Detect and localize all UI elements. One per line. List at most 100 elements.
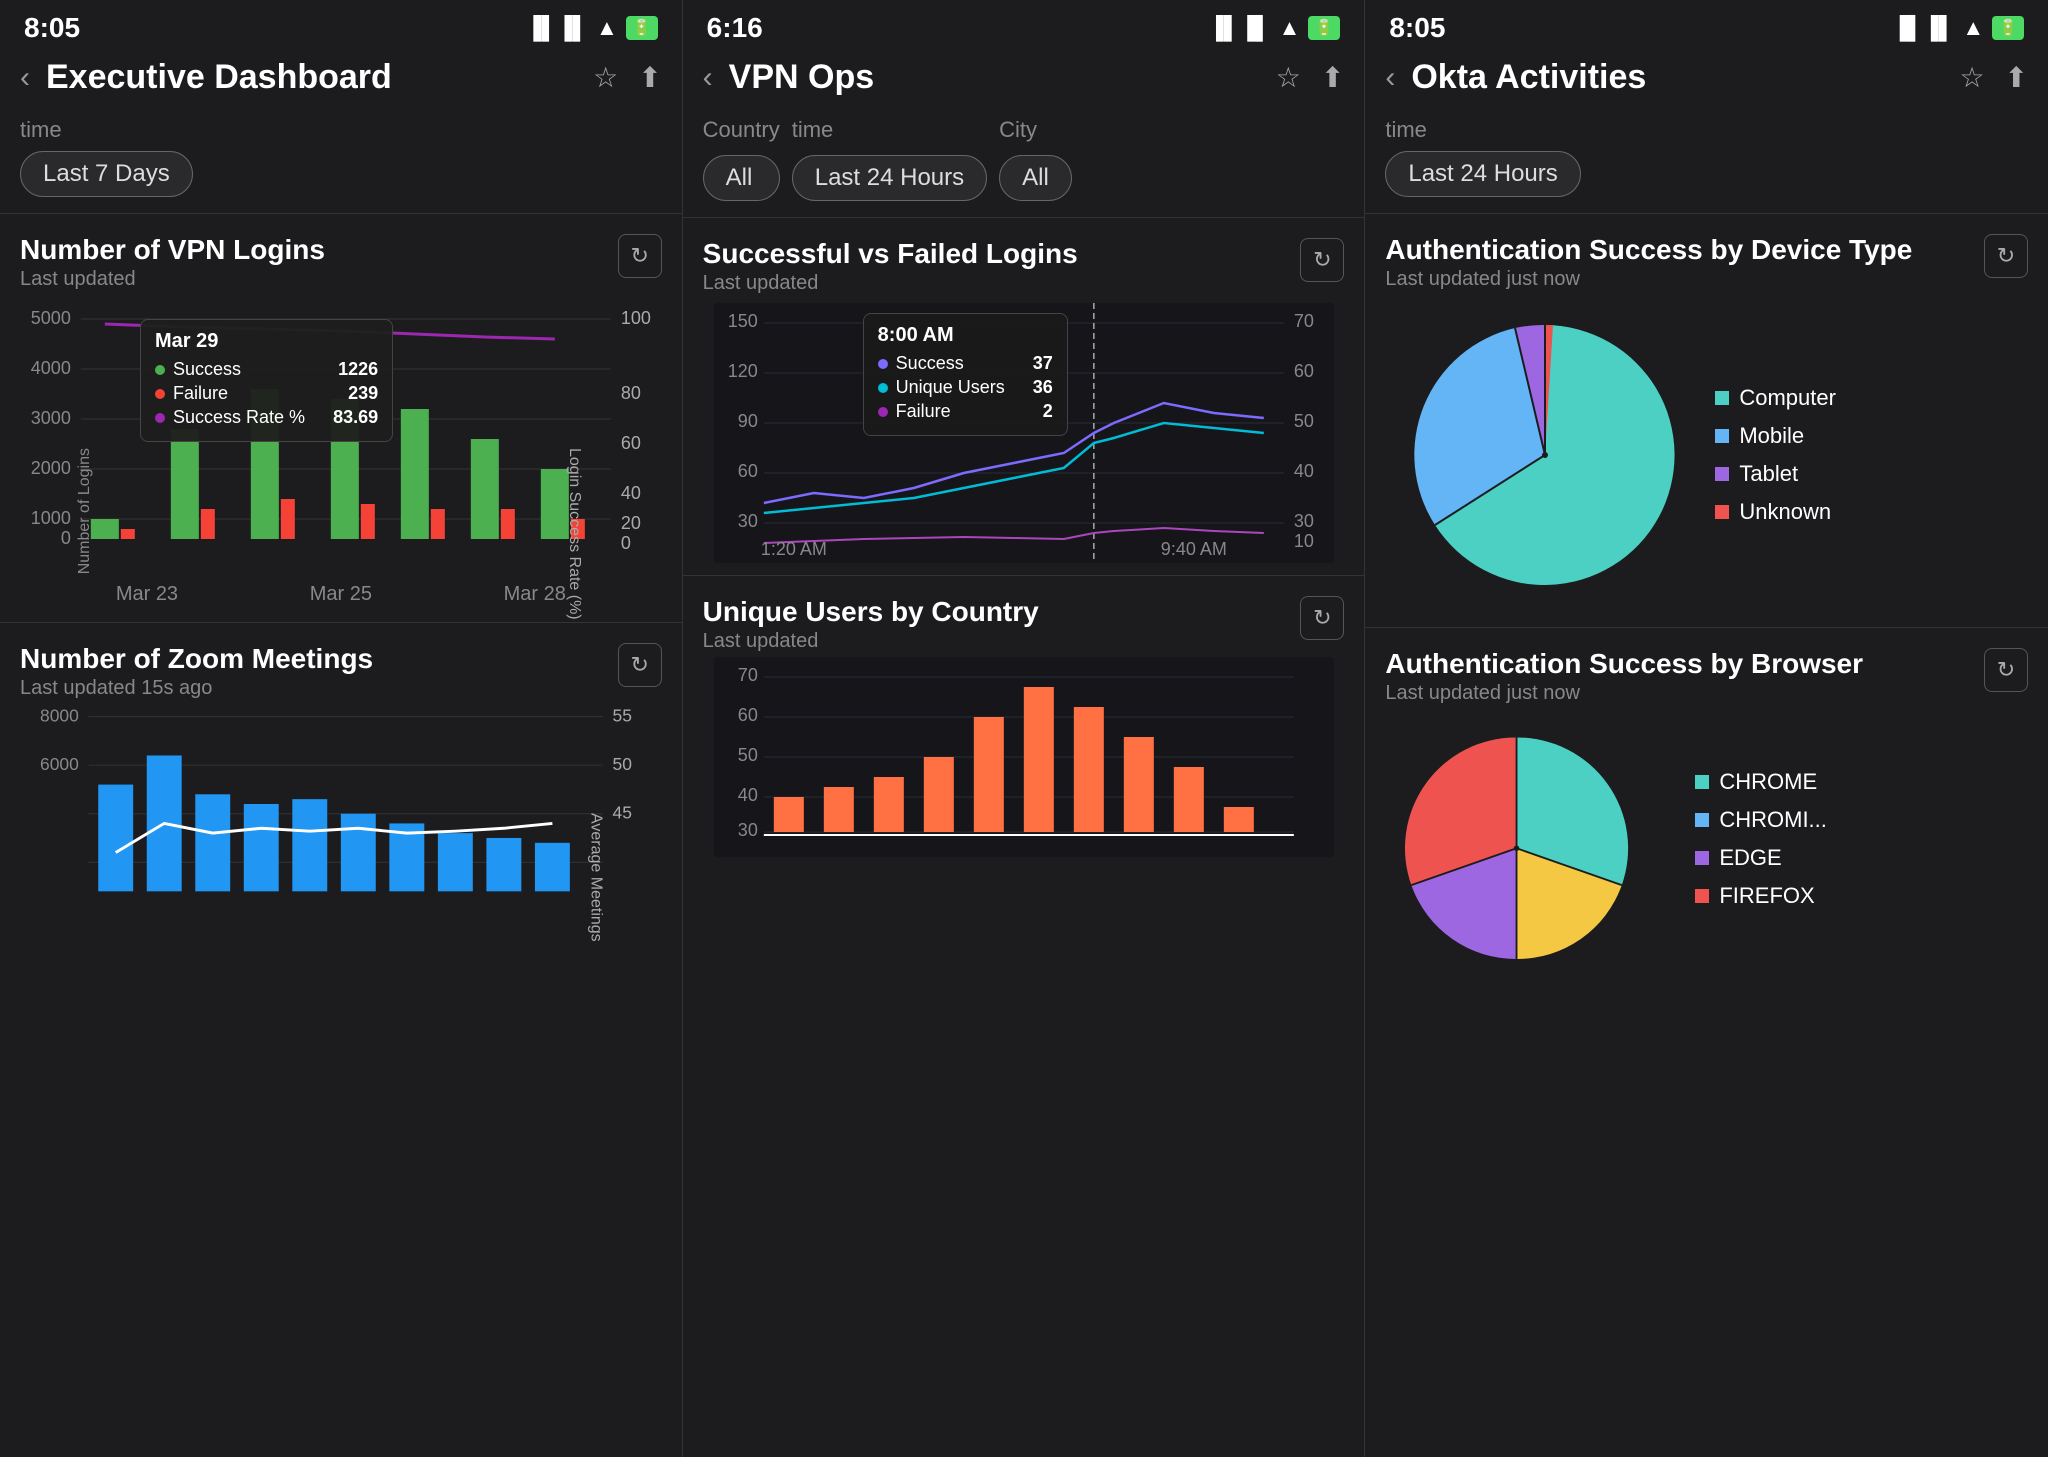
time-2: 6:16 — [707, 12, 763, 44]
share-icon-2[interactable]: ⬆ — [1321, 61, 1344, 94]
auth-browser-refresh[interactable]: ↻ — [1984, 648, 2028, 692]
failure-dot — [155, 389, 165, 399]
tooltip-row-rate: Success Rate % 83.69 — [155, 407, 378, 428]
panel-executive-dashboard: 8:05 ▐▌▐▌ ▲ 🔋 ‹ Executive Dashboard ☆ ⬆ … — [0, 0, 683, 1457]
svg-text:30: 30 — [737, 511, 757, 531]
svg-text:30: 30 — [737, 820, 757, 840]
svg-text:90: 90 — [737, 411, 757, 431]
computer-label: Computer — [1739, 385, 1836, 411]
auth-device-header: Authentication Success by Device Type La… — [1385, 234, 2028, 291]
filter-label-1: time — [20, 117, 662, 143]
svg-text:9:40 AM: 9:40 AM — [1160, 539, 1226, 559]
filter-label-3: time — [1385, 117, 2028, 143]
computer-color — [1715, 391, 1729, 405]
p2-unique-label: Unique Users — [896, 377, 1005, 398]
country-chart: 70 60 50 40 30 — [703, 657, 1345, 857]
svg-text:100: 100 — [621, 309, 651, 328]
auth-browser-title-group: Authentication Success by Browser Last u… — [1385, 648, 1863, 705]
unknown-color — [1715, 505, 1729, 519]
status-icons-1: ▐▌▐▌ ▲ 🔋 — [526, 15, 658, 41]
nav-icons-2: ☆ ⬆ — [1276, 61, 1345, 94]
svg-text:20: 20 — [621, 513, 641, 533]
nav-bar-1: ‹ Executive Dashboard ☆ ⬆ — [0, 50, 682, 109]
filter-pills-3: Last 24 Hours — [1385, 151, 2028, 197]
legend-tablet: Tablet — [1715, 461, 1836, 487]
time-label-2: time — [792, 117, 987, 143]
legend-chrome: CHROME — [1695, 769, 1827, 795]
svg-text:60: 60 — [621, 433, 641, 453]
wifi-icon-3: ▲ — [1962, 15, 1984, 41]
back-button-2[interactable]: ‹ — [703, 61, 713, 95]
unique-users-header: Unique Users by Country Last updated ↻ — [703, 596, 1345, 653]
auth-device-refresh[interactable]: ↻ — [1984, 234, 2028, 278]
share-icon-1[interactable]: ⬆ — [638, 61, 661, 94]
legend-unknown: Unknown — [1715, 499, 1836, 525]
svg-text:1000: 1000 — [31, 508, 71, 528]
svg-text:40: 40 — [737, 785, 757, 805]
vpn-logins-refresh[interactable]: ↻ — [618, 234, 662, 278]
filter-section-1: time Last 7 Days — [0, 109, 682, 209]
vpn-logins-title: Number of VPN Logins — [20, 234, 325, 266]
x-label-1: Mar 23 — [116, 583, 178, 606]
x-label-2: Mar 25 — [310, 583, 372, 606]
city-pill[interactable]: All — [999, 155, 1072, 201]
legend-edge: EDGE — [1695, 845, 1827, 871]
svg-text:4000: 4000 — [31, 358, 71, 378]
svg-text:2000: 2000 — [31, 458, 71, 478]
success-failed-subtitle: Last updated — [703, 272, 1078, 295]
filter-pill-last7days[interactable]: Last 7 Days — [20, 151, 193, 197]
svg-text:40: 40 — [1294, 461, 1314, 481]
star-icon-2[interactable]: ☆ — [1276, 61, 1301, 94]
signal-icon-3: ▐▌▐▌ — [1892, 15, 1954, 41]
p2-unique-val: 36 — [1013, 377, 1053, 398]
zoom-meetings-title-group: Number of Zoom Meetings Last updated 15s… — [20, 643, 373, 700]
tooltip-date: Mar 29 — [155, 330, 378, 353]
city-label: City — [999, 117, 1072, 143]
svg-text:8000: 8000 — [40, 706, 79, 726]
auth-browser-subtitle: Last updated just now — [1385, 682, 1863, 705]
page-title-3: Okta Activities — [1411, 58, 1943, 97]
auth-device-title: Authentication Success by Device Type — [1385, 234, 1912, 266]
country-label: Country — [703, 117, 780, 143]
filter-section-2: Country All time Last 24 Hours City All — [683, 109, 1365, 213]
battery-icon-2: 🔋 — [1308, 16, 1340, 40]
wifi-icon-2: ▲ — [1279, 15, 1301, 41]
divider-1b — [0, 622, 682, 623]
time-pill-2[interactable]: Last 24 Hours — [792, 155, 987, 201]
unique-users-title-group: Unique Users by Country Last updated — [703, 596, 1039, 653]
divider-1a — [0, 213, 682, 214]
legend-chromium: CHROMI... — [1695, 807, 1827, 833]
panel3-content: Authentication Success by Device Type La… — [1365, 218, 2048, 1457]
filter-pill-24h[interactable]: Last 24 Hours — [1385, 151, 1580, 197]
zoom-meetings-refresh[interactable]: ↻ — [618, 643, 662, 687]
rate-val: 83.69 — [313, 407, 378, 428]
filter-section-3: time Last 24 Hours — [1365, 109, 2048, 209]
star-icon-3[interactable]: ☆ — [1959, 61, 1984, 94]
browser-legend: CHROME CHROMI... EDGE FIREFOX — [1695, 769, 1827, 909]
status-bar-2: 6:16 ▐▌▐▌ ▲ 🔋 — [683, 0, 1365, 50]
back-button-1[interactable]: ‹ — [20, 61, 30, 95]
country-pill[interactable]: All — [703, 155, 780, 201]
auth-browser-pie-area: CHROME CHROMI... EDGE FIREFOX — [1385, 709, 2028, 969]
divider-3b — [1365, 627, 2048, 628]
svg-text:70: 70 — [1294, 311, 1314, 331]
legend-mobile: Mobile — [1715, 423, 1836, 449]
zoom-y-right: Average Meetings — [586, 813, 604, 942]
star-icon-1[interactable]: ☆ — [593, 61, 618, 94]
time-1: 8:05 — [24, 12, 80, 44]
vpn-logins-title-group: Number of VPN Logins Last updated — [20, 234, 325, 291]
svg-text:120: 120 — [727, 361, 757, 381]
nav-bar-2: ‹ VPN Ops ☆ ⬆ — [683, 50, 1365, 109]
rate-dot — [155, 413, 165, 423]
success-failed-refresh[interactable]: ↻ — [1300, 238, 1344, 282]
success-failed-section: Successful vs Failed Logins Last updated… — [683, 222, 1365, 571]
share-icon-3[interactable]: ⬆ — [2005, 61, 2028, 94]
unique-users-refresh[interactable]: ↻ — [1300, 596, 1344, 640]
panel-vpn-ops: 6:16 ▐▌▐▌ ▲ 🔋 ‹ VPN Ops ☆ ⬆ Country All … — [683, 0, 1366, 1457]
success-failed-title-group: Successful vs Failed Logins Last updated — [703, 238, 1078, 295]
mobile-color — [1715, 429, 1729, 443]
page-title-2: VPN Ops — [729, 58, 1260, 97]
back-button-3[interactable]: ‹ — [1385, 61, 1395, 95]
svg-text:150: 150 — [727, 311, 757, 331]
time-3: 8:05 — [1389, 12, 1445, 44]
